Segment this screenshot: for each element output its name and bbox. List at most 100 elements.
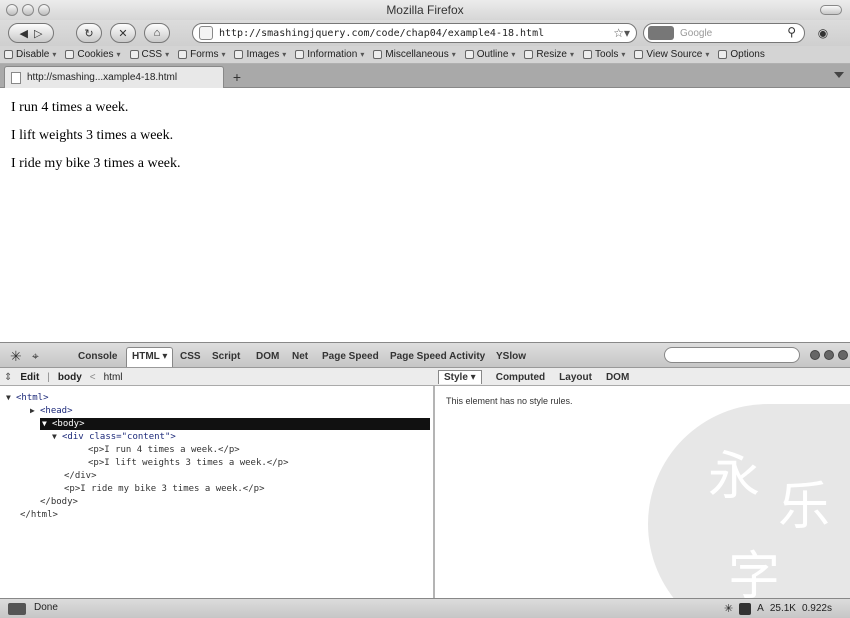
window-controls xyxy=(6,4,50,16)
zoom-window-button[interactable] xyxy=(38,4,50,16)
site-identity-icon[interactable] xyxy=(199,26,213,40)
close-window-button[interactable] xyxy=(6,4,18,16)
load-time: 0.922s xyxy=(801,603,832,614)
devbar-images[interactable]: Images ▾ xyxy=(234,49,286,60)
tab-net[interactable]: Net xyxy=(292,351,308,362)
disable-icon xyxy=(4,50,13,59)
firebug-close-button[interactable] xyxy=(838,350,848,360)
devbar-view-source[interactable]: View Source ▾ xyxy=(634,49,709,60)
tree-node-div[interactable]: ▼ <div class="content"> xyxy=(52,431,176,443)
bookmark-star-icon[interactable]: ☆▾ xyxy=(613,26,630,40)
side-tab-dom[interactable]: DOM xyxy=(606,372,629,383)
reload-button[interactable]: ↻ xyxy=(76,23,102,43)
collapse-twisty-icon[interactable]: ▼ xyxy=(52,431,62,443)
new-tab-button[interactable]: + xyxy=(228,69,246,85)
tree-node-p-bike[interactable]: <p>I ride my bike 3 times a week.</p> xyxy=(64,483,264,495)
firebug-status-icon[interactable]: ✳ xyxy=(724,602,733,615)
tree-node-p-run[interactable]: <p>I run 4 times a week.</p> xyxy=(88,444,240,456)
tab-title: http://smashing...xample4-18.html xyxy=(27,72,178,83)
devbar-resize[interactable]: Resize ▾ xyxy=(524,49,574,60)
tab-page-speed-activity[interactable]: Page Speed Activity xyxy=(390,351,485,362)
window-title: Mozilla Firefox xyxy=(386,3,464,17)
home-button[interactable]: ⌂ xyxy=(144,23,170,43)
html-tree-pane: ▼ <html> ▶ <head> ▼ <body> ▼ <div class="con… xyxy=(0,386,433,598)
yslow-status-icon[interactable] xyxy=(739,602,752,615)
tab-css[interactable]: CSS xyxy=(180,351,201,362)
side-tab-computed[interactable]: Computed xyxy=(496,372,545,383)
status-icon xyxy=(8,603,26,615)
tab-yslow[interactable]: YSlow xyxy=(496,351,526,362)
tab-html[interactable]: HTML ▾ xyxy=(126,347,174,367)
firebug-panel: ✳ ⌖ Console HTML ▾ CSS Script DOM Net Pa… xyxy=(0,342,850,598)
devbar-forms[interactable]: Forms ▾ xyxy=(178,49,225,60)
title-bar: Mozilla Firefox xyxy=(0,0,850,20)
collapse-twisty-icon[interactable]: ▼ xyxy=(42,418,52,430)
pane-divider[interactable] xyxy=(433,386,435,598)
stop-button[interactable]: ✕ xyxy=(110,23,136,43)
devbar-information[interactable]: Information ▾ xyxy=(295,49,364,60)
breadcrumb-html[interactable]: html xyxy=(104,372,123,383)
paragraph-run: I run 4 times a week. xyxy=(11,100,129,115)
edit-button[interactable]: Edit xyxy=(20,372,39,383)
tab-page-speed[interactable]: Page Speed xyxy=(322,351,379,362)
url-bar[interactable]: http://smashingjquery.com/code/chap04/ex… xyxy=(192,23,637,43)
reload-icon: ↻ xyxy=(84,27,94,40)
search-icon[interactable]: ⚲ xyxy=(787,25,796,39)
devbar-disable[interactable]: Disable ▾ xyxy=(4,49,56,60)
tree-node-html-close[interactable]: </html> xyxy=(20,509,58,521)
tree-node-p-lift[interactable]: <p>I lift weights 3 times a week.</p> xyxy=(88,457,288,469)
miscellaneous-icon xyxy=(373,50,383,59)
url-text[interactable]: http://smashingjquery.com/code/chap04/ex… xyxy=(219,28,544,39)
status-bar: Done ✳ A 25.1K 0.922s xyxy=(0,598,850,618)
search-bar[interactable]: Google ⚲ xyxy=(643,23,805,43)
forms-icon xyxy=(178,50,188,59)
web-developer-toolbar: Disable ▾ Cookies ▾ CSS ▾ Forms ▾ Images ▾ In… xyxy=(0,46,850,64)
addon-menu-icon[interactable]: ◉ xyxy=(816,26,830,40)
tree-node-html[interactable]: ▼ <html> xyxy=(6,392,49,404)
css-icon xyxy=(129,50,139,59)
tree-node-div-close[interactable]: </div> xyxy=(64,470,97,482)
firebug-detach-button[interactable] xyxy=(824,350,834,360)
tab-list-dropdown-icon[interactable] xyxy=(834,72,844,78)
expand-twisty-icon[interactable]: ▶ xyxy=(30,405,40,417)
firebug-bug-icon[interactable]: ✳ xyxy=(10,349,26,363)
page-content: I run 4 times a week. I lift weights 3 t… xyxy=(0,88,850,342)
status-right: ✳ A 25.1K 0.922s xyxy=(724,602,832,615)
stop-icon: ✕ xyxy=(118,27,128,40)
breadcrumb-body[interactable]: body xyxy=(58,372,82,383)
search-placeholder: Google xyxy=(680,27,713,39)
browser-window: Mozilla Firefox ◀ ▷ ↻ ✕ ⌂ http://smashin… xyxy=(0,0,850,618)
cookies-icon xyxy=(65,50,75,59)
devbar-outline[interactable]: Outline ▾ xyxy=(464,49,515,60)
tab-script[interactable]: Script xyxy=(212,351,240,362)
paragraph-lift: I lift weights 3 times a week. xyxy=(11,128,174,143)
tree-node-body-selected[interactable]: ▼ <body> xyxy=(40,418,430,430)
side-tab-style[interactable]: Style ▾ xyxy=(438,370,482,384)
side-panel-tabs: Style ▾ Computed Layout DOM xyxy=(438,368,643,386)
browser-tab[interactable]: http://smashing...xample4-18.html xyxy=(4,66,224,88)
devbar-cookies[interactable]: Cookies ▾ xyxy=(65,49,121,60)
tools-icon xyxy=(583,50,593,59)
tree-node-body-close[interactable]: </body> xyxy=(40,496,78,508)
firebug-search-input[interactable] xyxy=(664,347,800,363)
back-arrow-icon: ◀ xyxy=(19,27,28,40)
resize-icon xyxy=(524,50,534,59)
devbar-miscellaneous[interactable]: Miscellaneous ▾ xyxy=(373,49,456,60)
back-forward-button[interactable]: ◀ ▷ xyxy=(8,23,54,43)
tab-strip: http://smashing...xample4-18.html + xyxy=(0,64,850,88)
firebug-minimize-button[interactable] xyxy=(810,350,820,360)
tab-dom[interactable]: DOM xyxy=(256,351,279,362)
devbar-options[interactable]: Options xyxy=(718,49,765,60)
devbar-tools[interactable]: Tools ▾ xyxy=(583,49,625,60)
tree-node-head[interactable]: ▶ <head> xyxy=(30,405,73,417)
inspect-arrows-icon[interactable]: ⇕ xyxy=(4,372,12,383)
devbar-css[interactable]: CSS ▾ xyxy=(129,49,169,60)
search-engine-icon[interactable] xyxy=(648,26,674,40)
toolbar-toggle-button[interactable] xyxy=(820,5,842,15)
outline-icon xyxy=(464,50,474,59)
minimize-window-button[interactable] xyxy=(22,4,34,16)
inspect-element-icon[interactable]: ⌖ xyxy=(32,349,48,363)
tab-console[interactable]: Console xyxy=(78,351,117,362)
side-tab-layout[interactable]: Layout xyxy=(559,372,592,383)
collapse-twisty-icon[interactable]: ▼ xyxy=(6,392,16,404)
